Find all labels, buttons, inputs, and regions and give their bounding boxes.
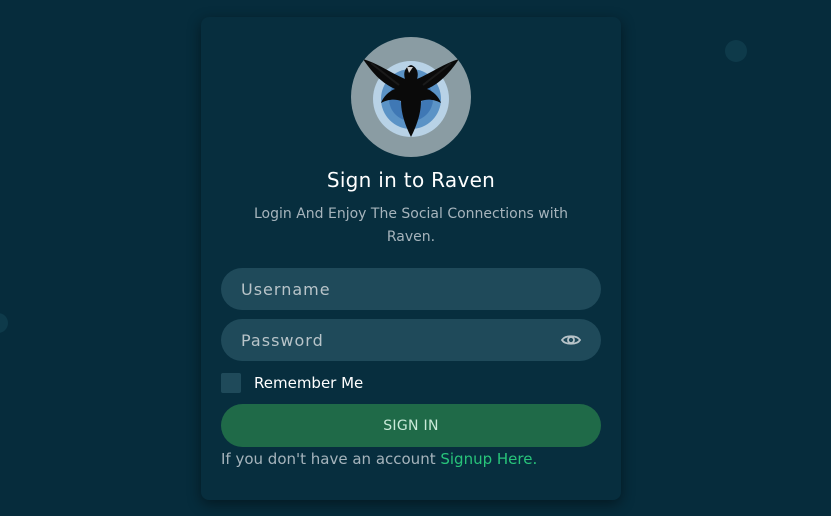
page-title: Sign in to Raven <box>326 168 496 192</box>
eye-icon[interactable] <box>560 331 582 349</box>
remember-me-checkbox[interactable] <box>221 373 241 393</box>
background-dot <box>725 40 747 62</box>
background-dot <box>0 313 8 333</box>
signup-prompt: If you don't have an account Signup Here… <box>221 450 537 468</box>
login-card: Sign in to Raven Login And Enjoy The Soc… <box>201 17 621 500</box>
remember-me-label[interactable]: Remember Me <box>254 374 363 392</box>
raven-logo-icon <box>351 37 471 157</box>
remember-me-row: Remember Me <box>221 373 363 393</box>
page-subtitle: Login And Enjoy The Social Connections w… <box>253 206 569 245</box>
sign-in-button[interactable]: SIGN IN <box>221 404 601 447</box>
username-input[interactable] <box>221 268 601 310</box>
username-field <box>221 268 601 310</box>
signup-link[interactable]: Signup Here. <box>440 450 537 468</box>
password-field <box>221 319 601 361</box>
signup-prompt-text: If you don't have an account <box>221 450 436 468</box>
password-input[interactable] <box>221 319 601 361</box>
